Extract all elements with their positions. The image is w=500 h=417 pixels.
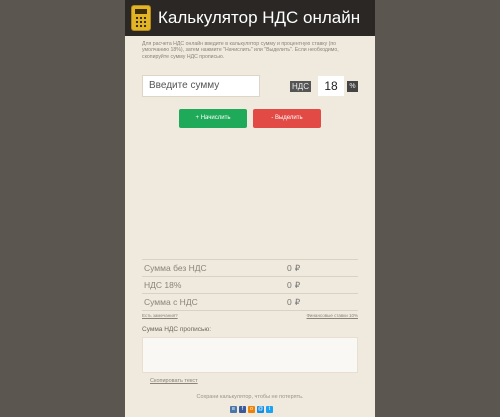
copy-text-link[interactable]: Скопировать текст [150, 378, 198, 384]
feedback-link[interactable]: Есть замечания? [142, 313, 178, 318]
words-label: Сумма НДС прописью: [142, 326, 212, 333]
input-row: Введите сумму НДС 18 % [125, 75, 375, 99]
save-calculator-text: Сохрани калькулятор, чтобы не потерять. [196, 394, 304, 400]
vat-in-words-field[interactable] [142, 337, 358, 373]
result-value: 0 ₽ [287, 280, 301, 290]
results-table: Сумма без НДС 0 ₽ НДС 18% 0 ₽ Сумма с НДС … [142, 259, 358, 311]
result-label: Сумма без НДС [144, 263, 207, 273]
result-label: Сумма с НДС [144, 297, 198, 307]
rate-input[interactable]: 18 [318, 76, 344, 96]
action-buttons: + Начислить - Выделить [125, 109, 375, 129]
page-title: Калькулятор НДС онлайн [158, 8, 361, 27]
twitter-icon[interactable]: t [266, 406, 273, 413]
header: Калькулятор НДС онлайн [125, 0, 375, 36]
vat-calculator-app: Калькулятор НДС онлайн Для расчета НДС о… [125, 0, 375, 417]
percent-label: % [347, 81, 358, 92]
rates-link[interactable]: Финансовые ставки 10% [307, 313, 358, 318]
vk-icon[interactable]: в [230, 406, 237, 413]
result-row-vat: НДС 18% 0 ₽ [142, 277, 358, 294]
facebook-icon[interactable]: f [239, 406, 246, 413]
sum-input[interactable]: Введите сумму [142, 75, 260, 97]
share-buttons: в f о @ t [230, 406, 273, 413]
result-row-sum-without-vat: Сумма без НДС 0 ₽ [142, 259, 358, 277]
footer-links: Есть замечания? Финансовые ставки 10% [142, 311, 358, 319]
result-row-sum-with-vat: Сумма с НДС 0 ₽ [142, 294, 358, 311]
instructions-text: Для расчета НДС онлайн введите в калькул… [142, 41, 339, 60]
result-value: 0 ₽ [287, 297, 301, 307]
extract-vat-button[interactable]: - Выделить [253, 109, 321, 128]
mailru-icon[interactable]: @ [257, 406, 264, 413]
odnoklassniki-icon[interactable]: о [248, 406, 255, 413]
result-value: 0 ₽ [287, 263, 301, 273]
result-label: НДС 18% [144, 280, 182, 290]
nds-label: НДС [290, 81, 311, 92]
calculator-icon [131, 5, 151, 31]
add-vat-button[interactable]: + Начислить [179, 109, 247, 128]
